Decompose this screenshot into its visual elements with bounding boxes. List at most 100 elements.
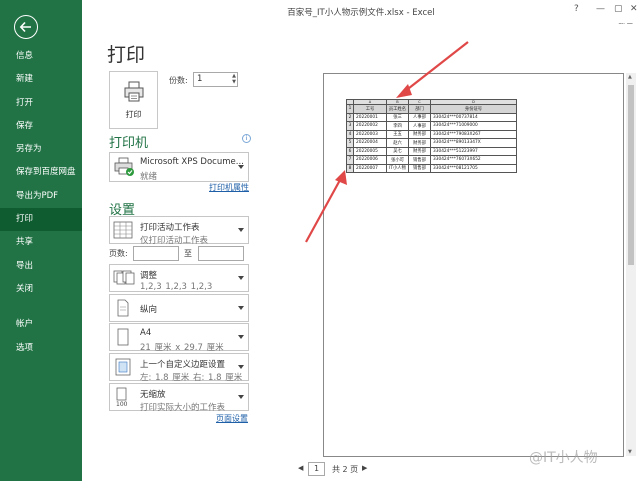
nav-new[interactable]: 新建 xyxy=(0,68,82,91)
pages-from-input[interactable] xyxy=(133,246,179,261)
header-cell: 工号 xyxy=(353,104,387,114)
scrollbar-thumb[interactable] xyxy=(628,85,634,265)
printer-status: 就绪 xyxy=(140,172,158,182)
row-number: 1 xyxy=(346,104,354,114)
table-cell: 20220004 xyxy=(353,138,387,148)
nav-share[interactable]: 共享 xyxy=(0,231,82,254)
printer-name: Microsoft XPS Docume... xyxy=(140,157,244,167)
table-cell: 330424***71009000 xyxy=(430,121,517,131)
nav-export[interactable]: 导出 xyxy=(0,255,82,278)
collate-dropdown[interactable]: 调整 1,2,3 1,2,3 1,2,3 xyxy=(109,264,249,292)
table-cell: 李四 xyxy=(386,121,409,131)
pages-to-label: 至 xyxy=(184,249,192,258)
backstage-sidebar: 信息 新建 打开 保存 另存为 保存到百度网盘 导出为PDF 打印 共享 导出 … xyxy=(0,0,82,481)
print-button[interactable]: 打印 xyxy=(109,71,158,129)
nav-info[interactable]: 信息 xyxy=(0,45,82,68)
previous-page-button[interactable]: ◀ xyxy=(298,464,303,472)
header-cell: 部门 xyxy=(408,104,431,114)
preview-table: A B C D 1 工号 员工姓名 部门 身份证号 2 20220001 张三 … xyxy=(346,99,517,173)
next-page-button[interactable]: ▶ xyxy=(362,464,367,472)
table-cell: 330424***76073X652 xyxy=(430,155,517,165)
print-what-dropdown[interactable]: 打印活动工作表 仅打印活动工作表 xyxy=(109,216,249,246)
printer-icon xyxy=(124,81,144,102)
nav-close[interactable]: 关闭 xyxy=(0,278,82,301)
nav-print[interactable]: 打印 xyxy=(0,208,82,232)
orientation-dropdown[interactable]: 纵向 xyxy=(109,294,249,322)
nav-options[interactable]: 选项 xyxy=(0,337,82,360)
table-cell: 330424***00737814 xyxy=(430,112,517,122)
copies-stepper[interactable]: ▲ ▼ xyxy=(232,73,236,85)
table-cell: 销售部 xyxy=(408,163,431,173)
restore-button[interactable]: ▢ xyxy=(614,4,623,14)
portrait-page-icon xyxy=(117,299,129,317)
pages-label: 页数: xyxy=(109,249,128,258)
page-setup-link[interactable]: 页面设置 xyxy=(216,413,248,424)
minimize-button[interactable]: — xyxy=(596,4,605,14)
paper-size-desc: 21 厘米 x 29.7 厘米 xyxy=(140,343,224,353)
margins-title: 上一个自定义边距设置 xyxy=(140,360,226,370)
margins-dropdown[interactable]: 上一个自定义边距设置 左: 1.8 厘米 右: 1.8 厘米 xyxy=(109,353,249,383)
row-number: 4 xyxy=(346,129,354,139)
nav-save-as[interactable]: 另存为 xyxy=(0,138,82,161)
table-cell: 20220005 xyxy=(353,146,387,156)
print-what-title: 打印活动工作表 xyxy=(140,223,200,233)
table-cell: 王五 xyxy=(386,129,409,139)
back-button[interactable] xyxy=(14,15,38,39)
row-number: 2 xyxy=(346,112,354,122)
nav-export-pdf[interactable]: 导出为PDF xyxy=(0,185,82,208)
chevron-down-icon xyxy=(238,335,244,339)
paper-size-dropdown[interactable]: A4 21 厘米 x 29.7 厘米 xyxy=(109,323,249,353)
scroll-down-arrow-icon[interactable]: ▼ xyxy=(628,449,632,455)
row-number: 5 xyxy=(346,138,354,148)
collate-desc: 1,2,3 1,2,3 1,2,3 xyxy=(140,282,213,292)
paper-size-title: A4 xyxy=(140,328,152,338)
header-cell: 员工姓名 xyxy=(386,104,409,114)
table-cell: 20220001 xyxy=(353,112,387,122)
table-cell: 20220006 xyxy=(353,155,387,165)
collate-title: 调整 xyxy=(140,271,158,281)
help-button[interactable]: ? xyxy=(574,4,579,14)
table-cell: 20220007 xyxy=(353,163,387,173)
table-cell: 330424***79083X267 xyxy=(430,129,517,139)
close-window-button[interactable]: ✕ xyxy=(630,4,638,14)
no-scaling-icon: 100 xyxy=(116,387,128,407)
preview-scrollbar[interactable]: ▲ ▼ xyxy=(626,73,636,456)
printer-properties-link[interactable]: 打印机属性 xyxy=(209,182,249,193)
table-cell: 人事部 xyxy=(408,121,431,131)
window-title: 百家号_IT小人物示例文件.xlsx - Excel xyxy=(287,8,435,18)
orientation-title: 纵向 xyxy=(140,305,158,315)
scroll-up-arrow-icon[interactable]: ▲ xyxy=(628,74,632,80)
title-bar: 百家号_IT小人物示例文件.xlsx - Excel ? — ▢ ✕ xyxy=(82,0,640,24)
table-cell: 赵六 xyxy=(386,138,409,148)
chevron-down-icon xyxy=(238,165,244,169)
table-cell: IT小人物 xyxy=(386,163,409,173)
pages-to-input[interactable] xyxy=(198,246,244,261)
table-cell: 20220003 xyxy=(353,129,387,139)
row-number: 3 xyxy=(346,121,354,131)
nav-account[interactable]: 帐户 xyxy=(0,313,82,336)
paper-size-icon xyxy=(117,328,129,346)
scaling-title: 无缩放 xyxy=(140,390,166,400)
table-cell: 吴七 xyxy=(386,146,409,156)
table-cell: 销售部 xyxy=(408,155,431,165)
nav-open[interactable]: 打开 xyxy=(0,92,82,115)
table-cell: 张三 xyxy=(386,112,409,122)
table-row: 2 20220001 张三 人事部 330424***00737814 xyxy=(346,112,517,122)
scaling-dropdown[interactable]: 100 无缩放 打印实际大小的工作表 xyxy=(109,383,249,413)
arrow-left-icon xyxy=(19,21,31,33)
table-row: 7 20220006 张小可 销售部 330424***76073X652 xyxy=(346,155,517,165)
chevron-down-icon xyxy=(238,395,244,399)
current-page-input[interactable]: 1 xyxy=(308,462,325,476)
table-row: 3 20220002 李四 人事部 330424***71009000 xyxy=(346,121,517,131)
worksheet-icon xyxy=(113,221,133,239)
table-cell: 张小可 xyxy=(386,155,409,165)
nav-save-to-baidu[interactable]: 保存到百度网盘 xyxy=(0,161,82,184)
table-row: 6 20220005 吴七 财务部 330424***51223997 xyxy=(346,146,517,156)
nav-save[interactable]: 保存 xyxy=(0,115,82,138)
table-cell: 人事部 xyxy=(408,112,431,122)
row-number: 6 xyxy=(346,146,354,156)
copies-input[interactable]: 1 ▲ ▼ xyxy=(193,72,238,87)
printer-dropdown[interactable]: Microsoft XPS Docume... 就绪 xyxy=(109,152,249,182)
copies-label: 份数: xyxy=(169,76,188,85)
info-icon[interactable]: i xyxy=(242,134,251,143)
